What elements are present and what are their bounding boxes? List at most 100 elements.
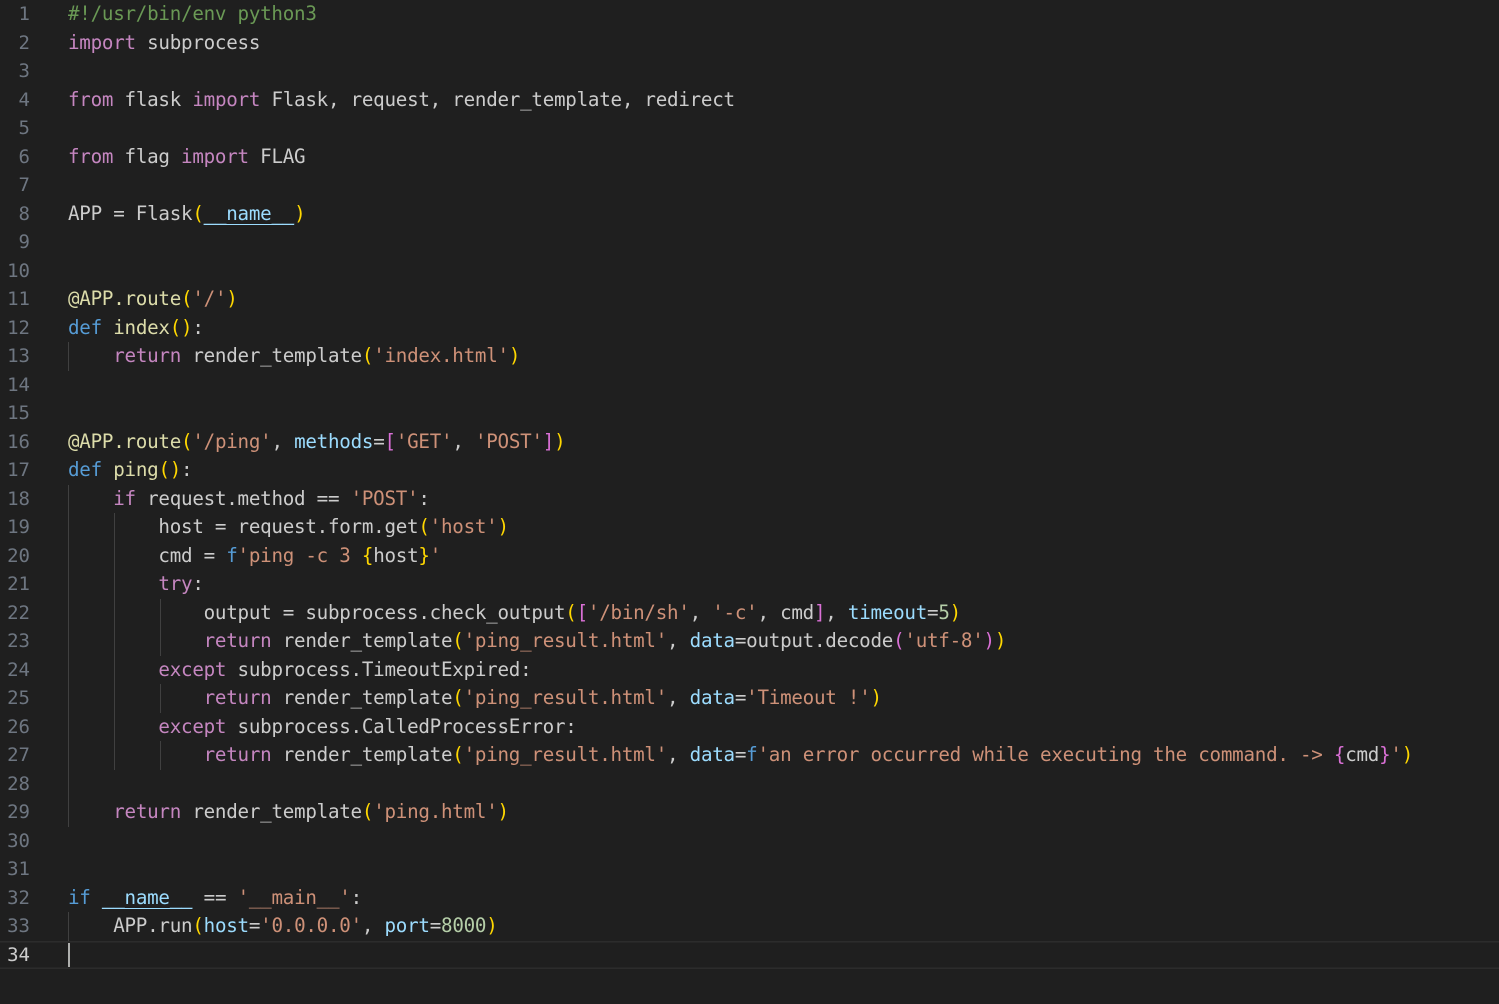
code-token: def [68,458,102,481]
code-line[interactable]: 21 try: [0,570,1499,599]
code-line[interactable]: 11 @APP.route('/') [0,285,1499,314]
code-token: ( [418,515,430,538]
code-line[interactable]: 28 [0,769,1499,798]
code-line[interactable]: 26 except subprocess.CalledProcessError: [0,712,1499,742]
code-line[interactable]: 29 return render_template('ping.html') [0,798,1499,827]
code-token: '__main__' [237,885,351,909]
code-line[interactable]: 10 [0,257,1499,286]
code-text: return render_template('index.html') [68,342,520,371]
code-line[interactable]: 20 cmd = f'ping -c 3 {host}' [0,541,1499,570]
code-text: #!/usr/bin/env python3 [68,0,317,29]
code-token: data [689,743,735,766]
code-token: f [226,543,238,567]
code-token: ( [361,344,374,367]
code-line[interactable]: 18 if request.method == 'POST': [0,484,1499,514]
line-number: 7 [18,174,30,196]
code-token: subprocess.CalledProcessError: [226,714,577,738]
code-token: = [734,743,747,766]
code-line[interactable]: 12 def index(): [0,314,1499,343]
code-line[interactable]: 23 return render_template('ping_result.h… [0,627,1499,656]
code-token: = [734,686,747,709]
code-token: return [203,686,272,709]
code-token: 'POST' [350,486,419,510]
code-line[interactable]: 1 #!/usr/bin/env python3 [0,0,1499,29]
code-token: , [689,600,713,624]
code-text: @APP.route('/') [68,285,238,314]
code-line[interactable]: 19 host = request.form.get('host') [0,513,1499,542]
code-line[interactable]: 5 [0,114,1499,143]
code-token: flask [113,87,193,111]
code-token: port [384,914,430,937]
code-token: 8000 [441,914,487,937]
code-token: Flask, request, render_template, redirec… [260,87,735,111]
code-line[interactable]: 6 from flag import FLAG [0,143,1499,172]
code-text: return render_template('ping_result.html… [68,627,1007,656]
code-line[interactable]: 3 [0,57,1499,86]
code-line[interactable]: 25 return render_template('ping_result.h… [0,684,1499,713]
code-token: except [158,714,227,738]
code-token: ) [983,629,996,652]
code-line[interactable]: 34 [0,941,1499,970]
code-token: host [203,914,249,937]
code-line[interactable]: 16 @APP.route('/ping', methods=['GET', 'P… [0,428,1499,457]
line-number: 25 [7,687,30,709]
code-line[interactable]: 9 [0,228,1499,257]
code-token: request.method == [135,486,351,510]
code-token: 'ping_result.html' [463,743,668,766]
code-token: , [825,600,848,624]
code-token: ( [192,201,204,225]
code-text: return render_template('ping_result.html… [68,741,1414,770]
code-line[interactable]: 15 [0,399,1499,428]
code-token: ( [192,914,204,937]
code-token: : [192,572,204,595]
code-token: 'index.html' [373,344,509,367]
code-token: 'an error occurred while executing the c… [757,743,1334,766]
code-editor[interactable]: 1 #!/usr/bin/env python3 2 import subproces… [0,0,1499,1004]
code-line[interactable]: 22 output = subprocess.check_output(['/b… [0,598,1499,627]
code-line[interactable]: 8 APP = Flask(__name__) [0,200,1499,229]
code-token: = [429,914,442,937]
code-line[interactable]: 31 [0,855,1499,884]
code-token: , [667,743,690,766]
code-token: ) [949,600,962,624]
code-line[interactable]: 13 return render_template('index.html') [0,342,1499,371]
code-text: except subprocess.CalledProcessError: [68,713,577,742]
code-text: try: [68,570,204,599]
code-line[interactable]: 32 if __name__ == '__main__': [0,884,1499,913]
code-token: ( [181,287,193,310]
code-token: timeout [847,600,928,624]
line-number: 16 [7,430,30,453]
code-text: if request.method == 'POST': [68,485,430,514]
code-line[interactable]: 2 import subprocess [0,29,1499,58]
code-token: flag [113,144,182,168]
code-token: ' [1390,743,1402,766]
code-token: =output.decode [734,629,894,652]
code-line[interactable]: 7 [0,171,1499,200]
code-line[interactable]: 14 [0,371,1499,400]
code-token: 'POST' [474,429,543,453]
code-line[interactable]: 4 from flask import Flask, request, rende… [0,86,1499,115]
code-line[interactable]: 33 APP.run(host='0.0.0.0', port=8000) [0,912,1499,941]
line-number: 20 [7,544,30,567]
code-token: '0.0.0.0' [260,914,362,937]
code-line[interactable]: 27 return render_template('ping_result.h… [0,741,1499,770]
code-line[interactable]: 30 [0,827,1499,856]
code-text: APP = Flask(__name__) [68,200,306,229]
code-token: 'ping_result.html' [463,629,668,652]
line-number: 28 [7,772,30,795]
code-line[interactable]: 24 except subprocess.TimeoutExpired: [0,655,1499,684]
line-number: 4 [18,88,30,111]
line-number: 21 [7,573,30,595]
code-text: import subprocess [68,29,260,58]
line-number: 23 [7,630,30,652]
code-line[interactable]: 17 def ping(): [0,456,1499,485]
code-token: ( [452,743,464,766]
line-number: 3 [18,60,30,82]
code-token: () [158,458,182,481]
code-text: @APP.route('/ping', methods=['GET', 'POS… [68,428,566,457]
